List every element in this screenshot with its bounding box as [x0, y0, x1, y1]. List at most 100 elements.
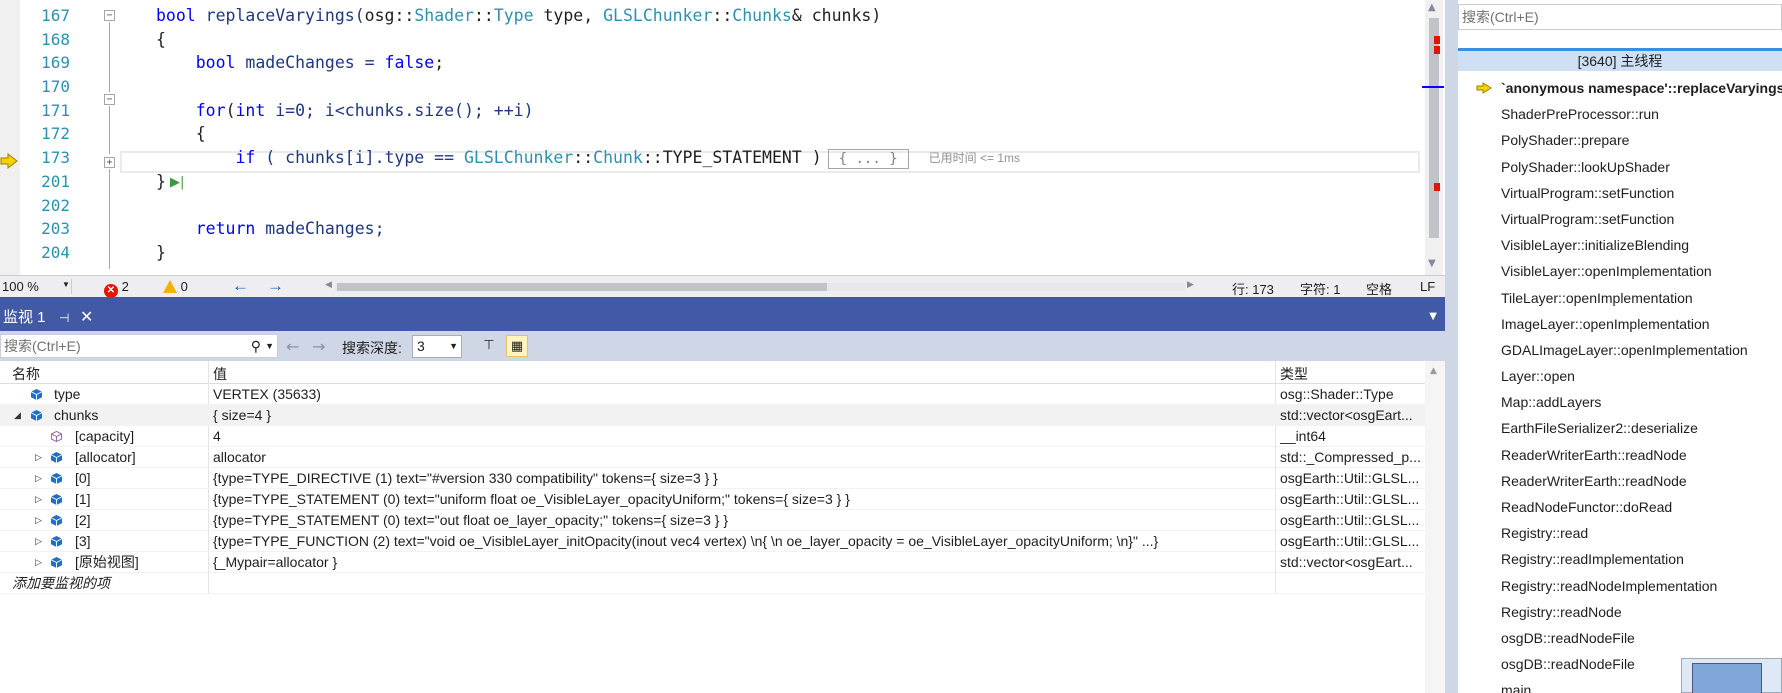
- code-area[interactable]: bool replaceVaryings(osg::Shader::Type t…: [156, 4, 1416, 265]
- stack-frame[interactable]: VisibleLayer::initializeBlending: [1458, 232, 1782, 258]
- collapse-arrow-icon[interactable]: ◢: [14, 405, 21, 425]
- line-number: 201: [41, 171, 70, 191]
- expand-arrow-icon[interactable]: ▷: [35, 489, 42, 509]
- stack-frame[interactable]: EarthFileSerializer2::deserialize: [1458, 415, 1782, 441]
- navigate-back-icon[interactable]: ←: [232, 276, 249, 296]
- variable-icon: [51, 473, 62, 484]
- stack-frame[interactable]: VirtualProgram::setFunction: [1458, 180, 1782, 206]
- column-header-name[interactable]: 名称: [12, 364, 40, 384]
- stack-frame-label: VisibleLayer::openImplementation: [1501, 263, 1712, 280]
- search-depth-select[interactable]: 3 ▼: [412, 335, 462, 358]
- expand-arrow-icon[interactable]: ▷: [35, 531, 42, 551]
- stack-frame[interactable]: ReaderWriterEarth::readNode: [1458, 468, 1782, 494]
- search-next-icon[interactable]: →: [312, 337, 325, 356]
- watch-row[interactable]: ▷ [2] {type=TYPE_STATEMENT (0) text="out…: [0, 510, 1425, 531]
- watch-vertical-scrollbar[interactable]: ▲: [1425, 361, 1445, 693]
- stack-frame-label: `anonymous namespace'::replaceVaryings: [1501, 80, 1782, 96]
- watch-row[interactable]: [capacity] 4 __int64: [0, 426, 1425, 447]
- expand-arrow-icon[interactable]: ▷: [35, 510, 42, 530]
- column-header-type[interactable]: 类型: [1280, 364, 1308, 384]
- perf-tip[interactable]: 已用时间 <= 1ms: [929, 151, 1020, 165]
- stack-frame-label: Layer::open: [1501, 368, 1575, 385]
- watch-row[interactable]: ◢ chunks { size=4 } std::vector<osgEart.…: [0, 405, 1425, 426]
- char-indicator[interactable]: 字符: 1: [1300, 279, 1340, 298]
- stack-frame[interactable]: VirtualProgram::setFunction: [1458, 206, 1782, 232]
- zoom-dropdown[interactable]: 100 % ▼: [2, 279, 72, 294]
- line-number: 168: [41, 29, 70, 49]
- warning-count[interactable]: 0: [163, 279, 188, 294]
- error-marker: [1434, 46, 1440, 54]
- stack-frame[interactable]: VisibleLayer::openImplementation: [1458, 258, 1782, 284]
- stack-frame[interactable]: TileLayer::openImplementation: [1458, 285, 1782, 311]
- editor-horizontal-scrollbar[interactable]: ◀ ▶: [325, 279, 1195, 293]
- variable-icon: [51, 536, 62, 547]
- code-line-201: }: [156, 171, 166, 191]
- stack-frame[interactable]: ImageLayer::openImplementation: [1458, 311, 1782, 337]
- collapsed-block[interactable]: { ... }: [827, 148, 909, 169]
- stack-frame[interactable]: GDALImageLayer::openImplementation: [1458, 337, 1782, 363]
- watch-row[interactable]: ▷ [0] {type=TYPE_DIRECTIVE (1) text="#ve…: [0, 468, 1425, 489]
- tab-watch-1[interactable]: 监视 1 ⊣ ✕: [0, 307, 100, 331]
- stack-frame[interactable]: Registry::readImplementation: [1458, 546, 1782, 572]
- collapse-icon[interactable]: −: [104, 94, 115, 105]
- close-icon[interactable]: ✕: [80, 307, 93, 329]
- expand-arrow-icon[interactable]: ▷: [35, 447, 42, 467]
- run-to-click-icon[interactable]: ▶|: [170, 175, 184, 190]
- watch-row[interactable]: ▷ [1] {type=TYPE_STATEMENT (0) text="uni…: [0, 489, 1425, 510]
- add-watch-row[interactable]: 添加要监视的项: [0, 573, 1425, 594]
- stack-frame[interactable]: `anonymous namespace'::replaceVaryings: [1458, 75, 1782, 101]
- stack-frame[interactable]: Map::addLayers: [1458, 389, 1782, 415]
- stack-frame-label: main: [1501, 682, 1532, 693]
- pin-icon[interactable]: ⊣: [59, 307, 69, 329]
- breakpoint-margin[interactable]: [0, 0, 20, 275]
- search-previous-icon[interactable]: ←: [286, 337, 299, 356]
- whitespace-indicator[interactable]: 空格: [1366, 279, 1392, 298]
- navigate-forward-icon[interactable]: →: [267, 276, 284, 296]
- stack-frame[interactable]: PolyShader::prepare: [1458, 127, 1782, 153]
- call-stack-panel: 搜索(Ctrl+E) [3640] 主线程 `anonymous namespa…: [1445, 0, 1782, 693]
- expand-arrow-icon[interactable]: ▷: [35, 552, 42, 572]
- scrollbar-thumb[interactable]: [337, 283, 827, 291]
- stack-frame[interactable]: Registry::readNode: [1458, 599, 1782, 625]
- pin-source-icon[interactable]: ⊤: [478, 335, 500, 357]
- code-editor[interactable]: 167 168 169 170 171 172 173 201 202 203 204 − − + …: [0, 0, 1444, 275]
- stack-frame-label: Registry::readNodeImplementation: [1501, 577, 1718, 594]
- stack-frame-label: EarthFileSerializer2::deserialize: [1501, 420, 1698, 437]
- scroll-left-icon[interactable]: ◀: [325, 279, 332, 290]
- watch-row[interactable]: ▷ [原始视图] {_Mypair=allocator } std::vecto…: [0, 552, 1425, 573]
- stack-frame[interactable]: Registry::readNodeImplementation: [1458, 573, 1782, 599]
- expand-arrow-icon[interactable]: ▷: [35, 468, 42, 488]
- stack-frame[interactable]: ReaderWriterEarth::readNode: [1458, 442, 1782, 468]
- watch-row[interactable]: ▷ [3] {type=TYPE_FUNCTION (2) text="void…: [0, 531, 1425, 552]
- panel-menu-icon[interactable]: ▼: [1429, 311, 1437, 322]
- scroll-up-icon[interactable]: ▲: [1430, 366, 1437, 376]
- collapse-icon[interactable]: −: [104, 10, 115, 21]
- line-ending-indicator[interactable]: LF: [1420, 279, 1435, 294]
- stack-frame[interactable]: ShaderPreProcessor::run: [1458, 101, 1782, 127]
- stack-frame-list: `anonymous namespace'::replaceVaryingsSh…: [1458, 75, 1782, 693]
- chevron-down-icon[interactable]: ▼: [265, 335, 274, 357]
- search-icon[interactable]: ⚲: [251, 335, 261, 357]
- thread-header[interactable]: [3640] 主线程: [1458, 48, 1782, 71]
- stack-frame[interactable]: Registry::read: [1458, 520, 1782, 546]
- stack-frame-label: Registry::readNode: [1501, 603, 1622, 620]
- watch-search-input[interactable]: 搜索(Ctrl+E) ⚲ ▼: [0, 334, 278, 358]
- watch-row[interactable]: ▷ [allocator] allocator std::_Compressed…: [0, 447, 1425, 468]
- scroll-right-icon[interactable]: ▶: [1187, 279, 1194, 290]
- error-icon: ✕: [104, 284, 118, 298]
- column-header-value[interactable]: 值: [213, 364, 227, 384]
- watch-row[interactable]: type VERTEX (35633) osg::Shader::Type: [0, 384, 1425, 405]
- hex-display-icon[interactable]: ▦: [506, 335, 528, 357]
- stack-frame[interactable]: osgDB::readNodeFile: [1458, 625, 1782, 651]
- watch-window: 监视 1 ⊣ ✕ ▼ 搜索(Ctrl+E) ⚲ ▼ ← → 搜索深度: 3 ▼ …: [0, 297, 1445, 693]
- expand-icon[interactable]: +: [104, 157, 115, 168]
- error-count[interactable]: ✕ 2: [104, 279, 129, 298]
- stack-frame[interactable]: ReadNodeFunctor::doRead: [1458, 494, 1782, 520]
- search-depth-label: 搜索深度:: [342, 340, 402, 356]
- line-indicator[interactable]: 行: 173: [1232, 279, 1274, 298]
- stack-frame[interactable]: Layer::open: [1458, 363, 1782, 389]
- callstack-search-input[interactable]: 搜索(Ctrl+E): [1458, 4, 1782, 30]
- stack-frame[interactable]: PolyShader::lookUpShader: [1458, 154, 1782, 180]
- variable-icon: [51, 452, 62, 463]
